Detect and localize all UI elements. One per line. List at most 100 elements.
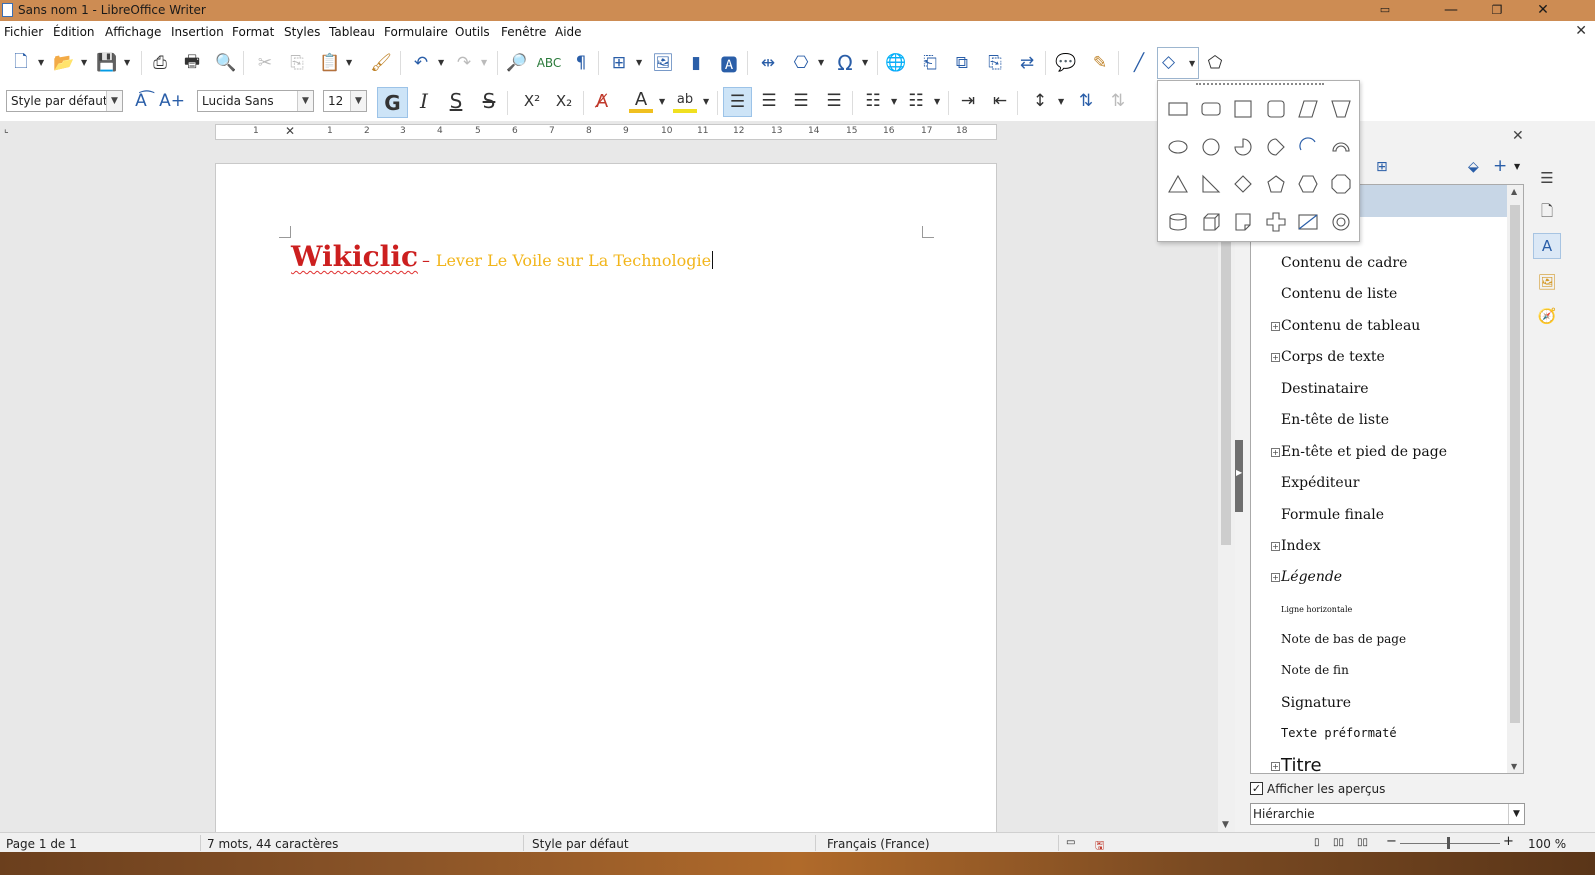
- style-item[interactable]: Expéditeur: [1281, 475, 1359, 491]
- list-dropdown-icon[interactable]: ▼: [891, 97, 899, 106]
- font-color-icon[interactable]: A: [629, 89, 653, 113]
- shape-square-icon[interactable]: [1227, 93, 1259, 125]
- styles-list[interactable]: t Contenu de cadreContenu de listeConten…: [1250, 184, 1524, 774]
- justify-button[interactable]: ☰: [822, 89, 846, 113]
- new-style-from-selection-icon[interactable]: +: [1493, 156, 1507, 176]
- document-heading[interactable]: Wikiclic – Lever Le Voile sur La Technolo…: [291, 240, 714, 273]
- selection-mode-icon[interactable]: ▭: [1066, 837, 1075, 848]
- shape-pentagon-icon[interactable]: [1260, 168, 1292, 200]
- insert-textbox-icon[interactable]: 🅰: [717, 51, 741, 76]
- close-window-button[interactable]: ✕: [1520, 0, 1566, 21]
- insert-image-icon[interactable]: 🖼: [651, 51, 675, 75]
- new-style-icon[interactable]: A+: [159, 89, 185, 113]
- shape-octagon-circle-icon[interactable]: [1260, 131, 1292, 163]
- style-item[interactable]: En-tête de liste: [1281, 412, 1389, 428]
- minimize-button[interactable]: —: [1428, 0, 1474, 21]
- scroll-down-icon[interactable]: ▼: [1511, 762, 1517, 771]
- formatting-marks-icon[interactable]: ¶: [569, 51, 593, 75]
- redo-dropdown-icon[interactable]: ▼: [481, 58, 489, 67]
- page-count[interactable]: Page 1 de 1: [6, 837, 77, 851]
- maximize-button[interactable]: ❐: [1474, 0, 1520, 21]
- status-paragraph-style[interactable]: Style par défaut: [532, 837, 629, 851]
- menu-fenetre[interactable]: Fenêtre: [501, 25, 546, 39]
- italic-button[interactable]: I: [412, 89, 436, 113]
- style-item[interactable]: Destinataire: [1281, 381, 1369, 397]
- fill-format-mode-icon[interactable]: ⬙: [1468, 159, 1479, 175]
- menu-format[interactable]: Format: [232, 25, 274, 39]
- shape-diamond-icon[interactable]: [1227, 168, 1259, 200]
- show-previews-checkbox[interactable]: ✓: [1250, 782, 1263, 795]
- insert-page-break-icon[interactable]: ⇹: [756, 51, 780, 75]
- style-item[interactable]: Ligne horizontale: [1281, 605, 1352, 614]
- font-size-select[interactable]: 12 ▼: [323, 90, 367, 112]
- style-item[interactable]: Légende: [1281, 569, 1342, 585]
- style-filter-select[interactable]: Hiérarchie ▼: [1250, 803, 1525, 825]
- print-icon[interactable]: 🖶: [180, 51, 204, 75]
- shape-hexagon-icon[interactable]: [1292, 168, 1324, 200]
- close-document-icon[interactable]: ✕: [1575, 23, 1587, 39]
- shape-ellipse-icon[interactable]: [1162, 131, 1194, 163]
- align-right-button[interactable]: ☰: [789, 89, 813, 113]
- print-preview-icon[interactable]: 🔍: [214, 51, 238, 75]
- underline-button[interactable]: S: [444, 89, 468, 113]
- word-count[interactable]: 7 mots, 44 caractères: [207, 837, 338, 851]
- document-page[interactable]: Wikiclic – Lever Le Voile sur La Technolo…: [215, 163, 997, 843]
- find-replace-icon[interactable]: 🔎: [505, 51, 529, 75]
- style-item[interactable]: Titre: [1281, 755, 1322, 773]
- zoom-slider-track[interactable]: [1400, 843, 1500, 844]
- export-pdf-icon[interactable]: ⎙: [148, 51, 172, 75]
- insert-line-icon[interactable]: ╱: [1127, 51, 1151, 75]
- menu-fichier[interactable]: Fichier: [4, 25, 43, 39]
- menu-aide[interactable]: Aide: [555, 25, 582, 39]
- expand-icon[interactable]: +: [1271, 322, 1280, 331]
- shape-rounded-rectangle-icon[interactable]: [1195, 93, 1227, 125]
- styles-actions-dropdown-icon[interactable]: ▼: [1514, 162, 1520, 171]
- document-language[interactable]: Français (France): [827, 837, 930, 851]
- track-changes-icon[interactable]: ✎: [1088, 51, 1112, 75]
- align-center-button[interactable]: ☰: [757, 89, 781, 113]
- open-folder-icon[interactable]: 📂: [52, 51, 76, 75]
- shape-folded-corner-icon[interactable]: [1227, 206, 1259, 238]
- redo-icon[interactable]: ↷: [452, 51, 476, 75]
- highlight-icon[interactable]: ab: [673, 89, 697, 113]
- insert-hyperlink-icon[interactable]: 🌐: [884, 51, 908, 75]
- menu-affichage[interactable]: Affichage: [105, 25, 161, 39]
- subscript-button[interactable]: X₂: [549, 89, 579, 113]
- cut-icon[interactable]: ✂: [253, 51, 277, 75]
- expand-icon[interactable]: +: [1271, 762, 1280, 771]
- shape-rectangle-icon[interactable]: [1162, 93, 1194, 125]
- book-view-icon[interactable]: ▯▯: [1357, 837, 1368, 848]
- font-color-dropdown-icon[interactable]: ▼: [659, 97, 667, 106]
- insert-footnote-icon[interactable]: ⎗: [918, 51, 942, 75]
- zoom-in-icon[interactable]: +: [1503, 834, 1514, 849]
- table-styles-icon[interactable]: ⊞: [1376, 159, 1388, 175]
- style-item[interactable]: En-tête et pied de page: [1281, 444, 1447, 460]
- highlight-dropdown-icon[interactable]: ▼: [703, 97, 711, 106]
- table-dropdown-icon[interactable]: ▼: [636, 58, 644, 67]
- undo-dropdown-icon[interactable]: ▼: [438, 58, 446, 67]
- shape-arc-icon[interactable]: [1292, 131, 1324, 163]
- style-item[interactable]: Corps de texte: [1281, 349, 1385, 365]
- increase-indent-icon[interactable]: ⇥: [956, 89, 980, 113]
- shape-cross-icon[interactable]: [1260, 206, 1292, 238]
- close-sidebar-panel-icon[interactable]: ✕: [1512, 128, 1524, 144]
- shape-isosceles-triangle-icon[interactable]: [1162, 168, 1194, 200]
- styles-list-scrollbar[interactable]: ▲ ▼: [1507, 185, 1523, 773]
- align-left-button[interactable]: ☰: [723, 87, 752, 117]
- font-name-select[interactable]: Lucida Sans ▼: [197, 90, 314, 112]
- insert-cross-reference-icon[interactable]: ⇄: [1015, 51, 1039, 75]
- ordered-list-icon[interactable]: ☷: [904, 89, 928, 113]
- field-dropdown-icon[interactable]: ▼: [818, 58, 826, 67]
- menu-tableau[interactable]: Tableau: [329, 25, 375, 39]
- basic-shapes-button[interactable]: ◇ ▼: [1157, 47, 1199, 79]
- style-item[interactable]: Contenu de tableau: [1281, 318, 1420, 334]
- style-item[interactable]: Texte préformaté: [1281, 726, 1397, 740]
- clone-formatting-icon[interactable]: 🖌: [369, 51, 393, 75]
- spelling-icon[interactable]: ABC: [537, 51, 562, 75]
- menu-styles[interactable]: Styles: [284, 25, 320, 39]
- save-dropdown-icon[interactable]: ▼: [124, 58, 132, 67]
- insert-field-icon[interactable]: ⎔: [789, 51, 813, 75]
- style-item[interactable]: Contenu de liste: [1281, 286, 1397, 302]
- sidebar-collapse-handle[interactable]: ▶: [1235, 440, 1243, 512]
- tab-stop-type-icon[interactable]: ⌞: [4, 124, 9, 135]
